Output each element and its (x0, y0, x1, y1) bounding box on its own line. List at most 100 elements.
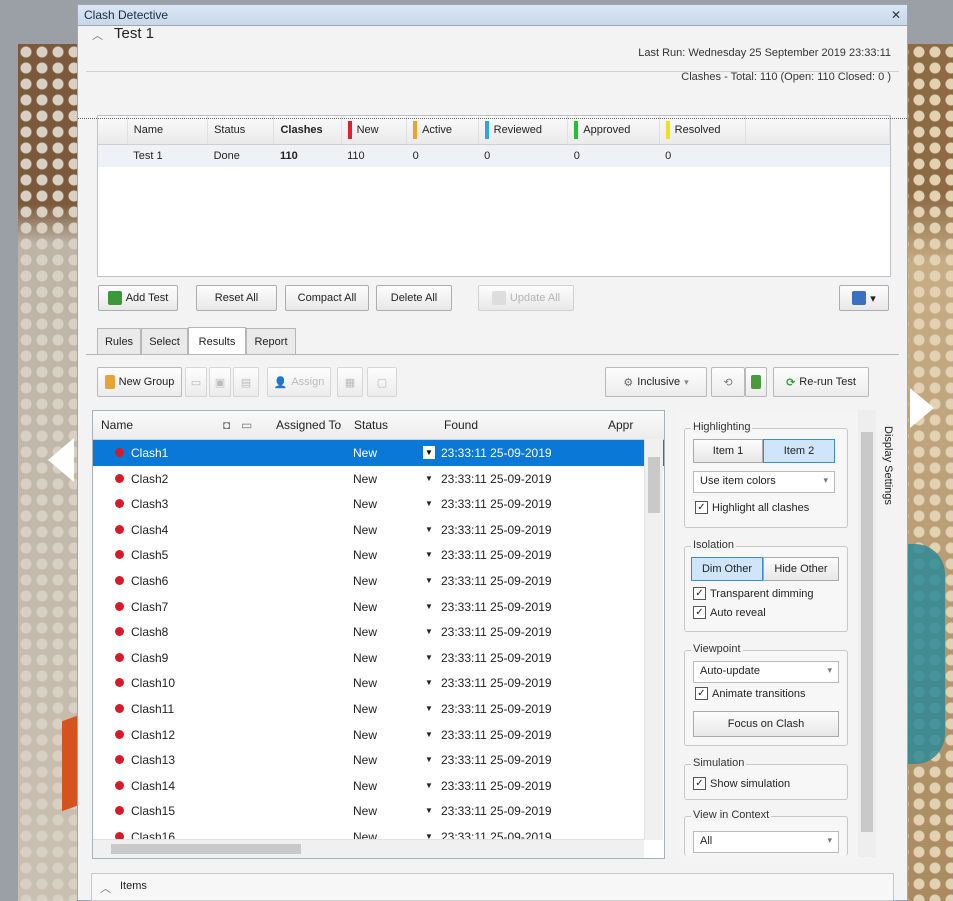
vertical-scrollbar[interactable] (644, 439, 663, 840)
select-icon (751, 375, 761, 389)
col-approved[interactable]: Approved (567, 116, 660, 145)
color-mode-dropdown[interactable]: Use item colors ▾ (693, 471, 835, 493)
col-found[interactable]: Found (444, 418, 478, 432)
status-dropdown-icon[interactable]: ▼ (423, 779, 435, 792)
animate-transitions-checkbox[interactable]: ✓ Animate transitions (695, 687, 806, 700)
scroll-thumb[interactable] (648, 457, 660, 513)
reset-all-button[interactable]: Reset All (196, 285, 277, 311)
col-name[interactable]: Name (127, 116, 209, 145)
col-assigned-to[interactable]: Assigned To (276, 418, 341, 432)
highlight-all-checkbox[interactable]: ✓ Highlight all clashes (695, 501, 809, 514)
status-dropdown-icon[interactable]: ▼ (423, 548, 435, 561)
table-row[interactable]: Clash10 New ▼ 23:33:11 25-09-2019 (93, 670, 664, 696)
status-dropdown-icon[interactable]: ▼ (423, 625, 435, 638)
update-all-button[interactable]: Update All (478, 285, 574, 311)
auto-reveal-checkbox[interactable]: ✓ Auto reveal (693, 606, 766, 619)
viewpoint-dropdown[interactable]: Auto-update ▾ (693, 661, 839, 683)
status-dot-icon (115, 780, 124, 790)
status-dropdown-icon[interactable]: ▼ (423, 523, 435, 536)
expand-chevron-icon[interactable]: ︿ (100, 880, 111, 896)
status-dropdown-icon[interactable]: ▼ (423, 600, 435, 613)
table-row[interactable]: Clash13 New ▼ 23:33:11 25-09-2019 (93, 747, 664, 773)
status-dropdown-icon[interactable]: ▼ (423, 574, 435, 587)
status-dropdown-icon[interactable]: ▼ (423, 446, 435, 459)
compact-all-button[interactable]: Compact All (285, 285, 369, 311)
item1-toggle[interactable]: Item 1 (693, 439, 763, 463)
reset-sort-button[interactable]: ⟲ (711, 367, 745, 397)
status-dropdown-icon[interactable]: ▼ (423, 728, 435, 741)
item2-toggle[interactable]: Item 2 (763, 439, 835, 463)
dim-other-toggle[interactable]: Dim Other (691, 557, 763, 581)
tab-report[interactable]: Report (246, 328, 296, 354)
table-row[interactable]: Clash9 New ▼ 23:33:11 25-09-2019 (93, 645, 664, 671)
hide-other-toggle[interactable]: Hide Other (763, 557, 839, 581)
table-row[interactable]: Clash14 New ▼ 23:33:11 25-09-2019 (93, 773, 664, 799)
add-test-button[interactable]: Add Test (98, 285, 178, 311)
show-simulation-checkbox[interactable]: ✓ Show simulation (693, 777, 790, 790)
table-row[interactable]: Clash3 New ▼ 23:33:11 25-09-2019 (93, 491, 664, 517)
delete-all-button[interactable]: Delete All (376, 285, 452, 311)
status-dropdown-icon[interactable]: ▼ (423, 497, 435, 510)
col-status[interactable]: Status (354, 418, 388, 432)
camera-icon[interactable]: ◘ (223, 418, 230, 432)
cell: 110 (341, 144, 407, 167)
table-row[interactable]: Clash6 New ▼ 23:33:11 25-09-2019 (93, 568, 664, 594)
assign-button[interactable]: 👤 Assign (267, 367, 331, 397)
reviewed-color-tag (484, 121, 489, 139)
viewpoint-label: Viewpoint (691, 643, 743, 655)
col-status[interactable]: Status (207, 116, 275, 145)
clash-found: 23:33:11 25-09-2019 (441, 727, 552, 742)
col-reviewed[interactable]: Reviewed (478, 116, 569, 145)
horizontal-scrollbar[interactable] (93, 839, 644, 858)
group-icon-button[interactable]: ▭ (185, 367, 207, 397)
items-section[interactable]: ︿ Items (91, 873, 894, 901)
table-row[interactable]: Clash7 New ▼ 23:33:11 25-09-2019 (93, 594, 664, 620)
col-name[interactable]: Name (101, 418, 133, 432)
status-dropdown-icon[interactable]: ▼ (423, 676, 435, 689)
table-row[interactable]: Clash8 New ▼ 23:33:11 25-09-2019 (93, 619, 664, 645)
scroll-thumb[interactable] (861, 432, 873, 832)
col-clashes[interactable]: Clashes (273, 116, 342, 145)
tab-results[interactable]: Results (188, 327, 246, 355)
display-settings-tab[interactable]: Display Settings (878, 410, 894, 530)
new-group-button[interactable]: New Group (97, 367, 182, 397)
table-row[interactable]: Clash12 New ▼ 23:33:11 25-09-2019 (93, 722, 664, 748)
col-resolved[interactable]: Resolved (659, 116, 747, 145)
tab-rules[interactable]: Rules (97, 328, 141, 354)
table-row[interactable]: Clash2 New ▼ 23:33:11 25-09-2019 (93, 466, 664, 492)
clash-status: New (353, 753, 378, 768)
collapse-chevron-icon[interactable]: ︿ (92, 27, 103, 43)
status-dropdown-icon[interactable]: ▼ (423, 472, 435, 485)
rerun-test-button[interactable]: ⟳ Re-run Test (773, 367, 869, 397)
comment-button[interactable]: ▢ (367, 367, 397, 397)
status-dropdown-icon[interactable]: ▼ (423, 651, 435, 664)
select-button[interactable] (745, 367, 767, 397)
settings-scrollbar[interactable] (858, 410, 876, 857)
table-row[interactable]: Clash15 New ▼ 23:33:11 25-09-2019 (93, 798, 664, 824)
test-row[interactable]: Test 1 Done 110 110 0 0 0 0 (98, 144, 890, 167)
explode-group-button[interactable]: ▣ (209, 367, 231, 397)
focus-on-clash-button[interactable]: Focus on Clash (693, 711, 839, 737)
table-row[interactable]: Clash1 New ▼ 23:33:11 25-09-2019 (93, 440, 664, 466)
table-row[interactable]: Clash5 New ▼ 23:33:11 25-09-2019 (93, 542, 664, 568)
view-in-context-dropdown[interactable]: All ▾ (693, 831, 839, 853)
transparent-dimming-checkbox[interactable]: ✓ Transparent dimming (693, 587, 814, 600)
table-row[interactable]: Clash4 New ▼ 23:33:11 25-09-2019 (93, 517, 664, 543)
inclusive-dropdown[interactable]: ⚙ Inclusive ▾ (605, 367, 707, 397)
status-dropdown-icon[interactable]: ▼ (423, 753, 435, 766)
scroll-thumb[interactable] (111, 844, 301, 854)
ungroup-button[interactable]: ▤ (233, 367, 259, 397)
table-row[interactable]: Clash11 New ▼ 23:33:11 25-09-2019 (93, 696, 664, 722)
unassign-button[interactable]: ▦ (337, 367, 363, 397)
col-active[interactable]: Active (406, 116, 479, 145)
clash-found: 23:33:11 25-09-2019 (441, 625, 552, 640)
previous-arrow-icon[interactable] (48, 438, 74, 482)
col-new[interactable]: New (341, 116, 408, 145)
next-arrow-icon[interactable] (910, 388, 934, 428)
comment-icon[interactable]: ▭ (241, 418, 252, 432)
col-approved[interactable]: Appr (608, 418, 633, 432)
status-dropdown-icon[interactable]: ▼ (423, 702, 435, 715)
status-dropdown-icon[interactable]: ▼ (423, 804, 435, 817)
tab-select[interactable]: Select (141, 328, 188, 354)
export-menu-button[interactable]: ▾ (839, 285, 889, 311)
